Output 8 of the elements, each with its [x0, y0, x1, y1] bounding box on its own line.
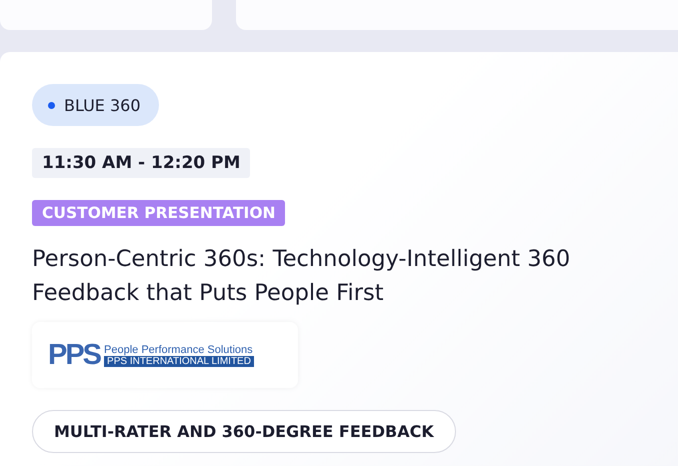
logo-company: PPS INTERNATIONAL LIMITED	[104, 356, 254, 366]
logo-mark: PPS	[48, 338, 100, 372]
track-label: BLUE 360	[64, 96, 141, 114]
session-time: 11:30 AM - 12:20 PM	[32, 148, 250, 178]
logo-name: People Performance Solutions	[104, 344, 254, 356]
session-type-tag: CUSTOMER PRESENTATION	[32, 200, 286, 226]
topic-tag[interactable]: MULTI-RATER AND 360-DEGREE FEEDBACK	[32, 410, 456, 453]
session-title[interactable]: Person-Centric 360s: Technology-Intelligent 360 Feedback that Puts People First	[32, 242, 622, 310]
